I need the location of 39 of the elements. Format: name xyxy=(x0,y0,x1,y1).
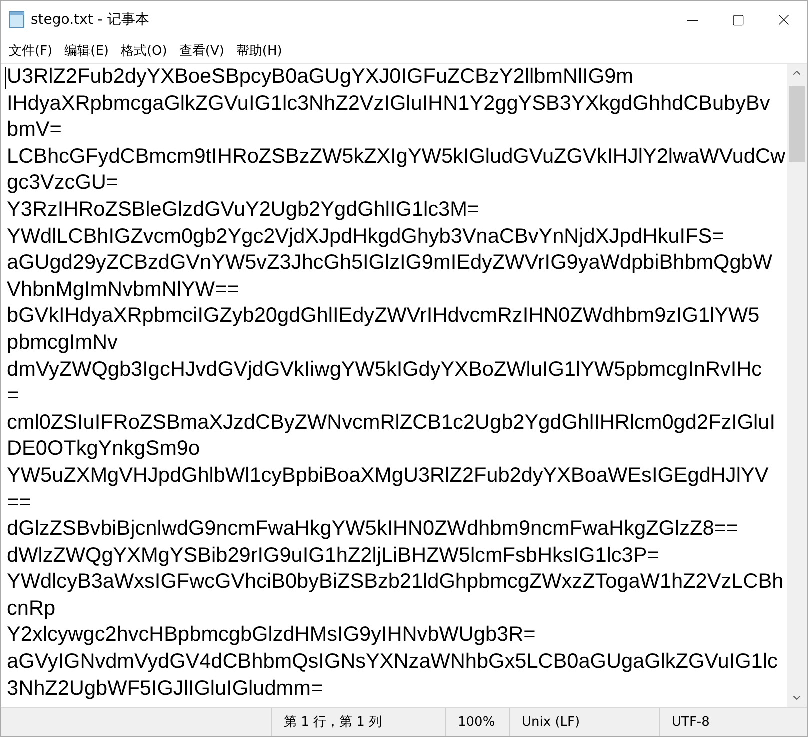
scroll-thumb[interactable] xyxy=(789,86,805,162)
menu-item[interactable]: 编辑(E) xyxy=(58,40,115,62)
text-line: U3RlZ2Fub2dyYXBoeSBpcyB0aGUgYXJ0IGFuZCBzY2llbmNlIG9m xyxy=(7,64,634,90)
menu-item[interactable]: 文件(F) xyxy=(3,40,59,62)
text-line: pbmcgImNv xyxy=(7,330,118,356)
text-line: VhbnMgImNvbmNlYW== xyxy=(7,276,240,303)
text-line: 3NhZ2UgbWF5IGJlIGluIGludmm= xyxy=(7,676,324,702)
text-line: bGVkIHdyaXRpbmciIGZyb20gdGhlIEdyZWVrIHdvcmRzIHN0ZWdhbm9zIG1lYW5 xyxy=(7,303,760,330)
text-cursor xyxy=(5,67,6,89)
notepad-icon xyxy=(9,11,25,29)
text-line: dGlzZSBvbiBjcnlwdG9ncmFwaHkgYW5kIHN0ZWdhbm9ncmFwaHkgZGlzZ8== xyxy=(7,516,739,542)
window-title: stego.txt - 记事本 xyxy=(31,11,150,29)
text-line: LCBhcGFydCBmcm9tIHRoZSBzZW5kZXIgYW5kIGludGVuZGVkIHJlY2lwaWVudCw xyxy=(7,144,786,170)
text-line: aGVyIGNvdmVydGV4dCBhbmQsIGNsYXNzaWNhbGx5LCB0aGUgaGlkZGVuIG1lc xyxy=(7,649,778,676)
text-line: YWdlLCBhIGZvcm0gb2Ygc2VjdXJpdHkgdGhyb3VnaCBvYnNjdXJpdHkuIFS= xyxy=(7,224,724,250)
text-line: cnRp xyxy=(7,596,56,622)
text-line: YW5uZXMgVHJpdGhlbWl1cyBpbiBoaXMgU3RlZ2Fub2dyYXBoaWEsIGEgdHJlYV xyxy=(7,462,769,489)
status-text: Unix (LF) xyxy=(509,708,659,736)
text-line: cml0ZSIuIFRoZSBmaXJzdCByZWNvcmRlZCB1c2Ugb2YgdGhlIHRlcm0gd2FzIGluI xyxy=(7,410,776,436)
vertical-scrollbar[interactable] xyxy=(787,64,807,707)
status-text: UTF-8 xyxy=(659,708,792,736)
text-line: dmVyZWQgb3IgcHJvdGVjdGVkIiwgYW5kIGdyYXBoZWluIG1lYW5pbmcgInRvIHc xyxy=(7,356,762,383)
text-line: IHdyaXRpbmcgaGlkZGVuIG1lc3NhZ2VzIGluIHN1Y2ggYSB3YXkgdGhhdCBubyBv xyxy=(7,90,770,117)
text-line: dWlzZWQgYXMgYSBib29rIG9uIG1hZ2ljLiBHZW5lcmFsbHksIG1lc3P= xyxy=(7,542,660,569)
text-line: bmV= xyxy=(7,117,62,144)
text-line: = xyxy=(7,383,20,410)
menu-item[interactable]: 帮助(H) xyxy=(230,40,288,62)
status-text: 100% xyxy=(445,708,509,736)
text-line: gc3VzcGU= xyxy=(7,170,119,196)
text-line: DE0OTkgYnkgSm9o xyxy=(7,436,200,462)
maximize-icon xyxy=(732,14,744,26)
menu-item[interactable]: 查看(V) xyxy=(173,40,230,62)
menu-item[interactable]: 格式(O) xyxy=(114,40,174,62)
status-text: 第 1 行，第 1 列 xyxy=(271,708,445,736)
text-line: YWdlcyB3aWxsIGFwcGVhciB0byBiZSBzb21ldGhpbmcgZWxzZTogaW1hZ2VzLCBh xyxy=(7,569,784,596)
text-line: == xyxy=(7,490,32,516)
text-line: aGUgd29yZCBzdGVnYW5vZ3JhcGh5IGlzIG9mIEdyZWVrIG9yaWdpbiBhbmQgbW xyxy=(7,250,772,276)
text-line: Y2xlcywgc2hvcHBpbmcgbGlzdHMsIG9yIHNvbWUgb3R= xyxy=(7,622,536,648)
text-line: Y3RzIHRoZSBleGlzdGVuY2Ugb2YgdGhlIG1lc3M= xyxy=(7,196,480,223)
